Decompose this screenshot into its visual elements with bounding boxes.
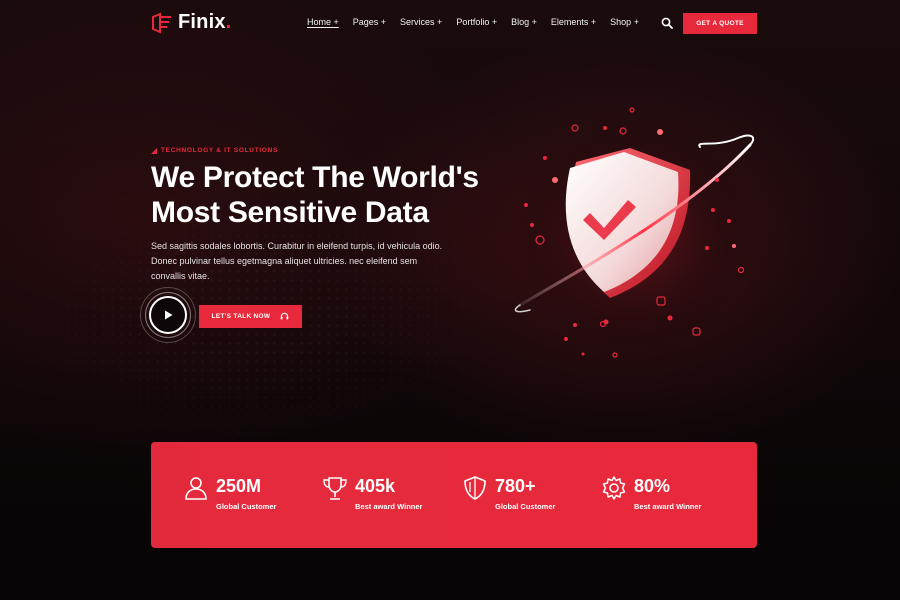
stat-value: 250M <box>216 476 262 496</box>
stats-bar: 250M Global Customer 405k Best award Win… <box>151 442 757 548</box>
title-line-2: Most Sensitive Data <box>151 196 429 229</box>
get-a-quote-button[interactable]: GET A QUOTE <box>683 13 757 34</box>
desc-line-3: convallis vitae. <box>151 271 210 281</box>
stat-value: 80% <box>634 476 671 496</box>
logo[interactable]: Finix. <box>151 11 231 34</box>
nav-item-home[interactable]: Home + <box>307 17 339 27</box>
eyebrow-text: TECHNOLOGY & IT SOLUTIONS <box>161 147 279 154</box>
nav-item-services[interactable]: Services + <box>400 17 442 27</box>
hero-eyebrow: TECHNOLOGY & IT SOLUTIONS <box>151 147 278 154</box>
nav-item-shop[interactable]: Shop + <box>610 17 639 27</box>
play-video-control <box>140 287 196 343</box>
trophy-icon <box>323 477 347 500</box>
logo-text: Finix. <box>178 11 232 33</box>
page-title: We Protect The World's Most Sensitive Da… <box>151 160 511 230</box>
gear-icon <box>602 476 626 500</box>
desc-line-2: Donec pulvinar tellus egetmagna aliquet … <box>151 256 418 266</box>
play-icon <box>165 310 173 320</box>
user-icon <box>185 477 207 500</box>
shield-icon <box>464 476 486 500</box>
triangle-icon <box>151 147 157 154</box>
stat-label: Global Customer <box>495 502 556 511</box>
nav-item-pages[interactable]: Pages + <box>353 17 386 27</box>
site-header: Finix. Home + Pages + Services + Portfol… <box>0 0 900 48</box>
stat-label: Best award Winner <box>355 502 423 511</box>
play-video-button[interactable] <box>149 296 187 334</box>
lets-talk-label: LET'S TALK NOW <box>211 313 271 320</box>
stat-value: 780+ <box>495 476 536 496</box>
nav-item-blog[interactable]: Blog + <box>511 17 537 27</box>
nav-item-elements[interactable]: Elements + <box>551 17 596 27</box>
hero-description: Sed sagittis sodales lobortis. Curabitur… <box>151 239 481 284</box>
main-nav: Home + Pages + Services + Portfolio + Bl… <box>307 17 639 27</box>
stat-label: Global Customer <box>216 502 277 511</box>
title-line-1: We Protect The World's <box>151 161 479 194</box>
lets-talk-button[interactable]: LET'S TALK NOW <box>199 305 302 328</box>
logo-icon <box>152 11 171 34</box>
search-icon[interactable] <box>661 17 673 29</box>
shield-check-icon <box>514 107 755 358</box>
headset-icon <box>281 312 289 320</box>
desc-line-1: Sed sagittis sodales lobortis. Curabitur… <box>151 241 443 251</box>
nav-item-portfolio[interactable]: Portfolio + <box>456 17 497 27</box>
stat-value: 405k <box>355 476 396 496</box>
stat-label: Best award Winner <box>634 502 702 511</box>
